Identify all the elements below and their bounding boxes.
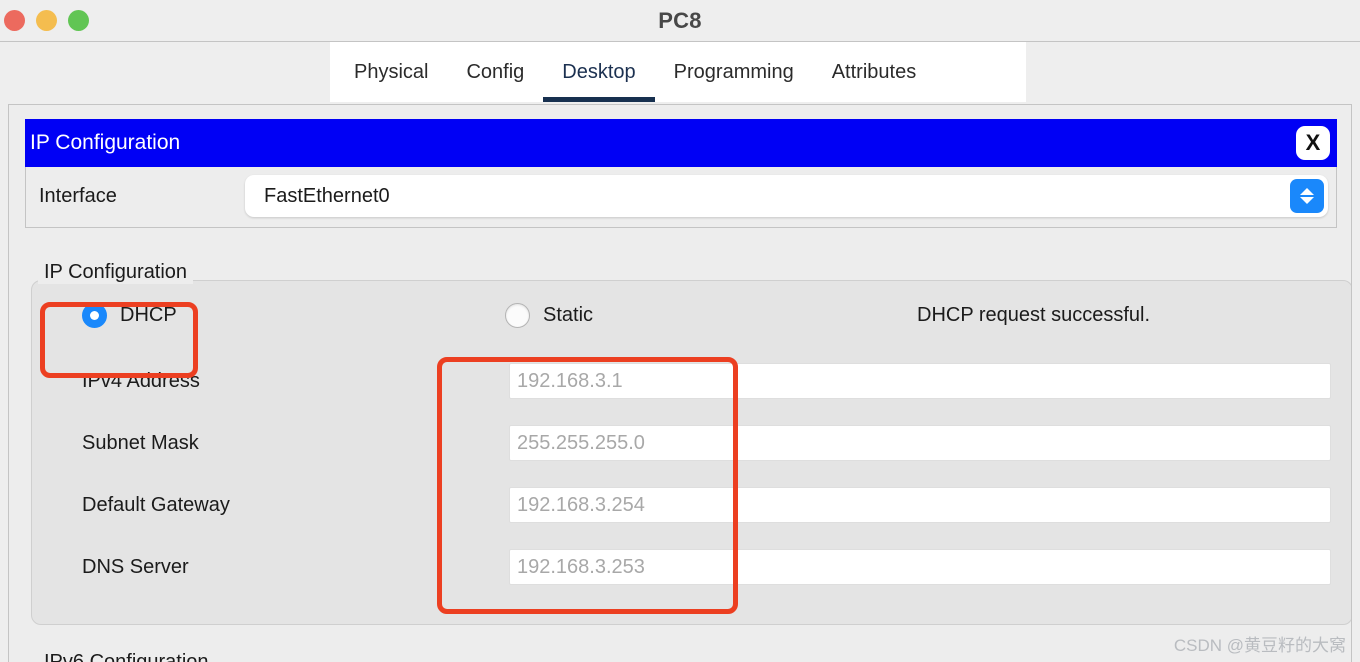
ipv4-address-label: IPv4 Address: [82, 370, 200, 392]
tab-programming-label: Programming: [673, 60, 794, 83]
tab-desktop-label: Desktop: [562, 60, 636, 83]
dialog-title-bar: IP Configuration X: [25, 119, 1337, 167]
interface-row: Interface FastEthernet0: [25, 167, 1337, 228]
default-gateway-label: Default Gateway: [82, 494, 230, 516]
field-row-dns-server: DNS Server 192.168.3.253: [32, 549, 1351, 585]
dialog-title: IP Configuration: [30, 131, 181, 154]
tab-physical-label: Physical: [354, 60, 429, 83]
tab-programming[interactable]: Programming: [655, 42, 813, 102]
tab-list: Physical Config Desktop Programming Attr…: [330, 42, 1026, 102]
radio-static-label: Static: [543, 304, 594, 326]
ipv4-address-value: 192.168.3.1: [517, 370, 623, 392]
subnet-mask-label: Subnet Mask: [82, 432, 199, 454]
tab-config-label: Config: [466, 60, 525, 83]
dns-server-value: 192.168.3.253: [517, 556, 645, 578]
ipv4-address-input[interactable]: 192.168.3.1: [509, 363, 1331, 399]
chevron-updown-icon[interactable]: [1290, 179, 1324, 213]
radio-option-dhcp[interactable]: DHCP: [82, 303, 177, 328]
subnet-mask-input[interactable]: 255.255.255.0: [509, 425, 1331, 461]
subnet-mask-value: 255.255.255.0: [517, 432, 645, 454]
ip-configuration-legend: IP Configuration: [38, 261, 194, 284]
tab-desktop[interactable]: Desktop: [543, 42, 656, 102]
radio-option-static[interactable]: Static: [505, 303, 593, 328]
watermark: CSDN @黄豆籽的大窝: [1173, 636, 1346, 655]
app-window: PC8 Physical Config Desktop Programming …: [0, 0, 1360, 662]
radio-dhcp-icon[interactable]: [82, 303, 107, 328]
dns-server-input[interactable]: 192.168.3.253: [509, 549, 1331, 585]
tab-physical[interactable]: Physical: [330, 42, 447, 102]
ipv6-configuration-legend: IPv6 Configuration: [44, 651, 209, 662]
ip-configuration-group: DHCP Static DHCP request successful. IPv…: [31, 280, 1351, 625]
tab-attributes-label: Attributes: [831, 60, 917, 83]
radio-dhcp-label: DHCP: [120, 304, 177, 326]
default-gateway-input[interactable]: 192.168.3.254: [509, 487, 1331, 523]
chevron-down-icon: [1300, 197, 1314, 204]
field-row-subnet-mask: Subnet Mask 255.255.255.0: [32, 425, 1351, 461]
ip-configuration-dialog: IP Configuration X Interface FastEtherne…: [25, 119, 1351, 662]
field-row-default-gateway: Default Gateway 192.168.3.254: [32, 487, 1351, 523]
default-gateway-value: 192.168.3.254: [517, 494, 645, 516]
tab-bar: Physical Config Desktop Programming Attr…: [0, 41, 1360, 102]
dhcp-status-message: DHCP request successful.: [917, 304, 1151, 326]
interface-select[interactable]: FastEthernet0: [245, 175, 1328, 217]
field-row-ipv4-address: IPv4 Address 192.168.3.1: [32, 363, 1351, 399]
chevron-up-icon: [1300, 188, 1314, 195]
desktop-panel: IP Configuration X Interface FastEtherne…: [8, 104, 1352, 662]
close-icon[interactable]: X: [1296, 126, 1330, 160]
page-title: PC8: [658, 8, 702, 33]
tab-attributes[interactable]: Attributes: [813, 42, 935, 102]
ip-mode-radio-group: DHCP Static DHCP request successful.: [32, 281, 1351, 351]
radio-static-icon[interactable]: [505, 303, 530, 328]
tab-config[interactable]: Config: [447, 42, 543, 102]
title-bar: PC8: [0, 0, 1360, 41]
interface-select-value: FastEthernet0: [264, 185, 390, 207]
dns-server-label: DNS Server: [82, 556, 189, 578]
interface-label: Interface: [39, 185, 117, 207]
